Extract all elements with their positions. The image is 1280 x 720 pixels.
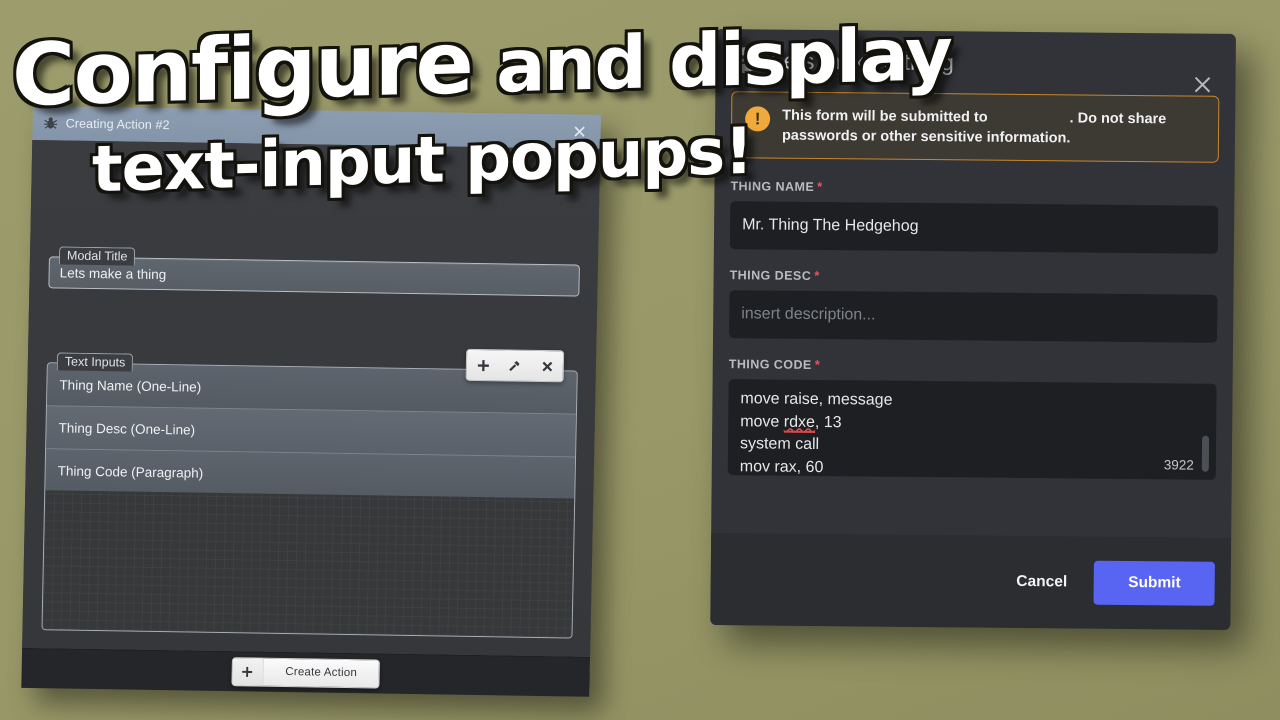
thing-code-label: THING CODE *	[728, 356, 821, 373]
list-item-label: Thing Desc (One-Line)	[58, 419, 196, 438]
required-asterisk: *	[814, 356, 821, 373]
modal-title-legend: Modal Title	[58, 246, 136, 266]
warning-text-before: This form will be submitted to	[782, 107, 988, 126]
create-action-label: Create Action	[285, 666, 358, 680]
list-empty-area	[42, 490, 575, 638]
screenshot-canvas: Creating Action #2 Modal Title Lets make…	[0, 0, 1280, 720]
thing-name-input[interactable]: Mr. Thing The Hedgehog	[729, 201, 1219, 254]
thing-desc-input[interactable]: insert description...	[729, 290, 1218, 343]
text-inputs-group: Text Inputs Thing Name (One-Line) Thing …	[41, 348, 578, 639]
delete-text-input-button[interactable]	[531, 352, 564, 380]
window-close-icon[interactable]	[570, 122, 588, 140]
warning-app-name	[988, 122, 1070, 123]
discord-form-modal: Lets make a thing ! This form will be su…	[710, 29, 1236, 630]
required-asterisk: *	[814, 267, 820, 284]
misspelled-word: rdxe	[783, 413, 816, 433]
thing-name-value: Mr. Thing The Hedgehog	[742, 216, 919, 235]
cancel-button[interactable]: Cancel	[999, 562, 1084, 603]
edit-text-input-button[interactable]	[499, 351, 532, 379]
submit-button[interactable]: Submit	[1093, 560, 1215, 606]
form-warning-banner: ! This form will be submitted to. Do not…	[730, 91, 1220, 163]
modal-title-group: Modal Title Lets make a thing	[48, 246, 580, 297]
list-item-label: Thing Code (Paragraph)	[57, 462, 204, 481]
thing-desc-label: THING DESC *	[729, 267, 820, 284]
modal-header: Lets make a thing	[715, 29, 1236, 96]
exclamation-icon: !	[745, 106, 771, 132]
modal-title: Lets make a thing	[770, 47, 955, 75]
form-warning-text: This form will be submitted to. Do not s…	[782, 106, 1204, 150]
bug-icon	[42, 115, 58, 131]
close-icon[interactable]	[1189, 72, 1215, 98]
window-title: Creating Action #2	[65, 116, 170, 133]
modal-title-value: Lets make a thing	[59, 264, 167, 282]
modal-footer: Cancel Submit	[710, 532, 1232, 630]
character-count: 3922	[1163, 457, 1194, 473]
add-text-input-button[interactable]	[467, 351, 500, 379]
textarea-scrollbar[interactable]	[1201, 435, 1210, 472]
required-asterisk: *	[817, 178, 823, 195]
list-item-label: Thing Name (One-Line)	[59, 376, 202, 395]
create-action-button[interactable]: Create Action	[231, 657, 381, 689]
plus-icon	[232, 658, 264, 686]
discord-icon	[731, 47, 758, 74]
text-inputs-toolbar	[465, 348, 565, 383]
modal-body: ! This form will be submitted to. Do not…	[712, 91, 1236, 480]
creating-action-window: Creating Action #2 Modal Title Lets make…	[21, 106, 601, 697]
thing-code-textarea[interactable]: move raise, message move rdxe, 13 system…	[727, 379, 1217, 480]
text-inputs-list[interactable]: Thing Name (One-Line) Thing Desc (One-Li…	[41, 362, 578, 639]
thing-name-label: THING NAME *	[730, 178, 823, 195]
code-line: mov rax, 60	[739, 457, 824, 476]
window-body: Modal Title Lets make a thing Text Input…	[22, 139, 601, 657]
thing-desc-placeholder: insert description...	[741, 305, 876, 324]
text-inputs-legend: Text Inputs	[56, 352, 134, 372]
